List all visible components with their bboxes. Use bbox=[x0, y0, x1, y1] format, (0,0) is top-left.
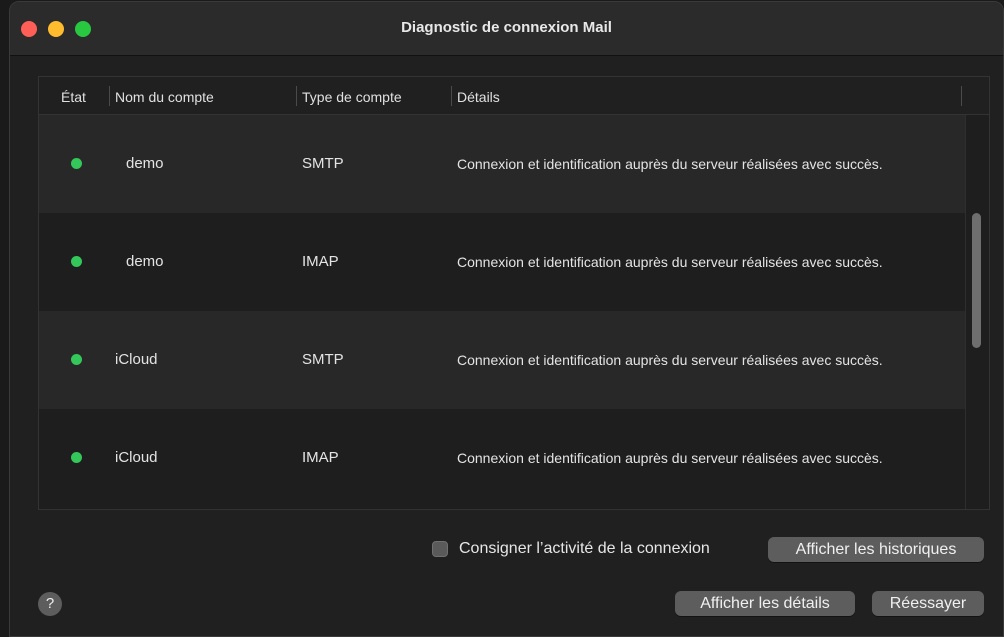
help-button[interactable]: ? bbox=[38, 592, 62, 616]
vertical-scrollbar[interactable] bbox=[965, 115, 989, 509]
retry-button[interactable]: Réessayer bbox=[872, 591, 984, 616]
show-logs-button[interactable]: Afficher les historiques bbox=[768, 537, 984, 562]
log-connection-activity-label[interactable]: Consigner l’activité de la connexion bbox=[459, 540, 710, 558]
account-name-cell: demo bbox=[126, 155, 164, 172]
account-name-cell: iCloud bbox=[115, 351, 158, 368]
title-bar: Diagnostic de connexion Mail bbox=[10, 2, 1003, 56]
column-divider[interactable] bbox=[961, 86, 962, 106]
table-row[interactable]: iCloud SMTP Connexion et identification … bbox=[39, 311, 965, 409]
column-header-status[interactable]: État bbox=[61, 89, 86, 105]
details-cell: Connexion et identification auprès du se… bbox=[457, 156, 883, 172]
window-title: Diagnostic de connexion Mail bbox=[401, 19, 612, 36]
show-details-button[interactable]: Afficher les détails bbox=[675, 591, 855, 616]
scrollbar-thumb[interactable] bbox=[972, 213, 981, 348]
status-ok-icon bbox=[71, 354, 82, 365]
status-ok-icon bbox=[71, 256, 82, 267]
table-header: État Nom du compte Type de compte Détail… bbox=[39, 77, 989, 115]
account-type-cell: SMTP bbox=[302, 351, 344, 368]
table-row[interactable]: demo SMTP Connexion et identification au… bbox=[39, 115, 965, 213]
account-type-cell: IMAP bbox=[302, 253, 339, 270]
connection-table: État Nom du compte Type de compte Détail… bbox=[38, 76, 990, 510]
table-row[interactable]: iCloud IMAP Connexion et identification … bbox=[39, 409, 965, 507]
status-ok-icon bbox=[71, 452, 82, 463]
log-connection-activity-checkbox[interactable] bbox=[432, 541, 448, 557]
details-cell: Connexion et identification auprès du se… bbox=[457, 254, 883, 270]
details-cell: Connexion et identification auprès du se… bbox=[457, 450, 883, 466]
account-name-cell: demo bbox=[126, 253, 164, 270]
details-cell: Connexion et identification auprès du se… bbox=[457, 352, 883, 368]
column-divider[interactable] bbox=[451, 86, 452, 106]
account-type-cell: IMAP bbox=[302, 449, 339, 466]
mail-connection-doctor-window: Diagnostic de connexion Mail État Nom du… bbox=[9, 1, 1004, 637]
status-ok-icon bbox=[71, 158, 82, 169]
column-header-details[interactable]: Détails bbox=[457, 89, 500, 105]
column-header-account-name[interactable]: Nom du compte bbox=[115, 89, 214, 105]
table-row[interactable]: demo IMAP Connexion et identification au… bbox=[39, 213, 965, 311]
account-name-cell: iCloud bbox=[115, 449, 158, 466]
column-divider[interactable] bbox=[109, 86, 110, 106]
column-divider[interactable] bbox=[296, 86, 297, 106]
account-type-cell: SMTP bbox=[302, 155, 344, 172]
column-header-account-type[interactable]: Type de compte bbox=[302, 89, 402, 105]
